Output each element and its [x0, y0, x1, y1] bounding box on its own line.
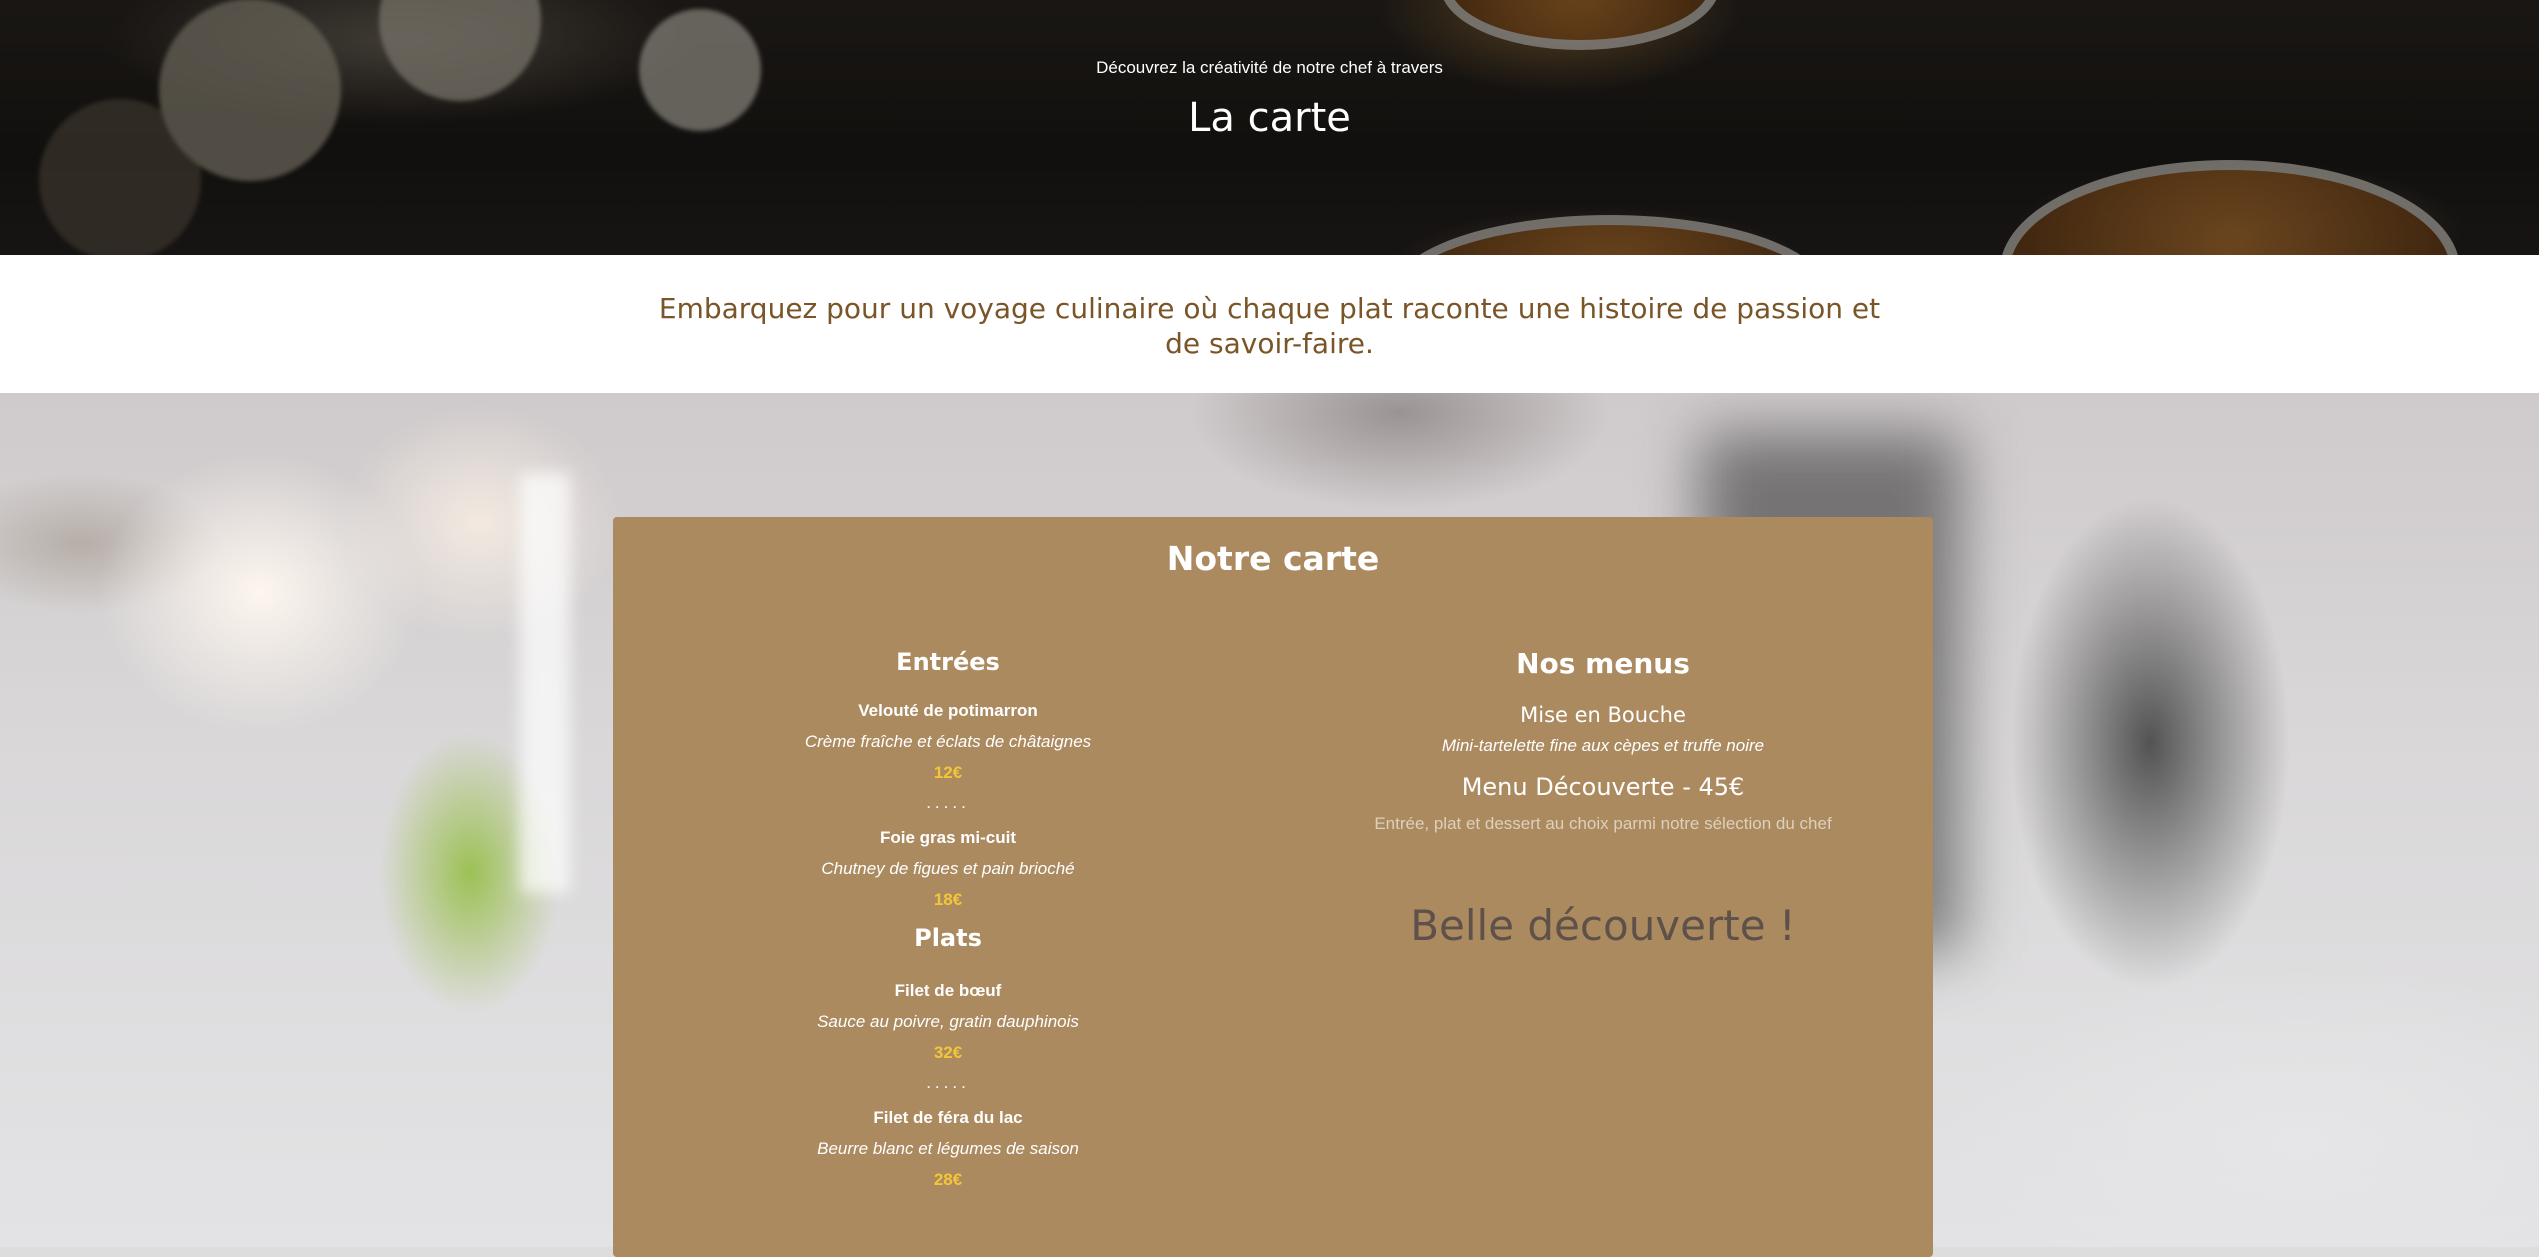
page-title: La carte: [1188, 95, 1351, 141]
section-title-menus: Nos menus: [1516, 647, 1690, 680]
dishes-column: Entrées Velouté de potimarron Crème fraî…: [613, 647, 1283, 1195]
dish-description: Crème fraîche et éclats de châtaignes: [804, 732, 1092, 751]
dish-description: Chutney de figues et pain brioché: [821, 859, 1075, 878]
dish-price: 28€: [933, 1170, 963, 1189]
section-title-entrees: Entrées: [896, 648, 1000, 676]
menu-description: Entrée, plat et dessert au choix parmi n…: [1374, 814, 1832, 833]
menu-card-title: Notre carte: [1166, 539, 1380, 578]
intro-band: Embarquez pour un voyage culinaire où ch…: [0, 255, 2539, 393]
dish-description: Beurre blanc et légumes de saison: [817, 1139, 1079, 1158]
menu-name: Mise en Bouche: [1520, 703, 1686, 727]
hero-banner: Découvrez la créativité de notre chef à …: [0, 0, 2539, 255]
dish-separator: .....: [926, 1073, 970, 1092]
dish-separator: .....: [926, 793, 970, 812]
dish-item: Foie gras mi-cuit Chutney de figues et p…: [613, 822, 1283, 915]
dish-name: Filet de bœuf: [894, 981, 1002, 1000]
section-title-plats: Plats: [914, 924, 982, 952]
dish-name: Filet de féra du lac: [873, 1108, 1023, 1127]
menu-name: Menu Découverte - 45€: [1461, 773, 1745, 801]
dish-item: Velouté de potimarron Crème fraîche et é…: [613, 695, 1283, 788]
menu-description: Mini-tartelette fine aux cèpes et truffe…: [1441, 736, 1765, 755]
menu-card: Notre carte Entrées Velouté de potimarro…: [613, 517, 1933, 1257]
dish-name: Foie gras mi-cuit: [879, 828, 1017, 847]
dish-item: Filet de bœuf Sauce au poivre, gratin da…: [613, 975, 1283, 1068]
dish-name: Velouté de potimarron: [858, 701, 1038, 720]
closing-message: Belle découverte !: [1410, 901, 1796, 950]
hero-subtitle: Découvrez la créativité de notre chef à …: [1096, 58, 1443, 77]
dish-description: Sauce au poivre, gratin dauphinois: [817, 1012, 1079, 1031]
dish-price: 18€: [933, 890, 963, 909]
menus-column: Nos menus Mise en Bouche Mini-tartelette…: [1273, 647, 1933, 950]
dish-item: Filet de féra du lac Beurre blanc et lég…: [613, 1102, 1283, 1195]
intro-text: Embarquez pour un voyage culinaire où ch…: [658, 292, 1881, 360]
background-decoration: [520, 473, 570, 893]
dish-price: 32€: [933, 1043, 963, 1062]
dish-price: 12€: [933, 763, 963, 782]
